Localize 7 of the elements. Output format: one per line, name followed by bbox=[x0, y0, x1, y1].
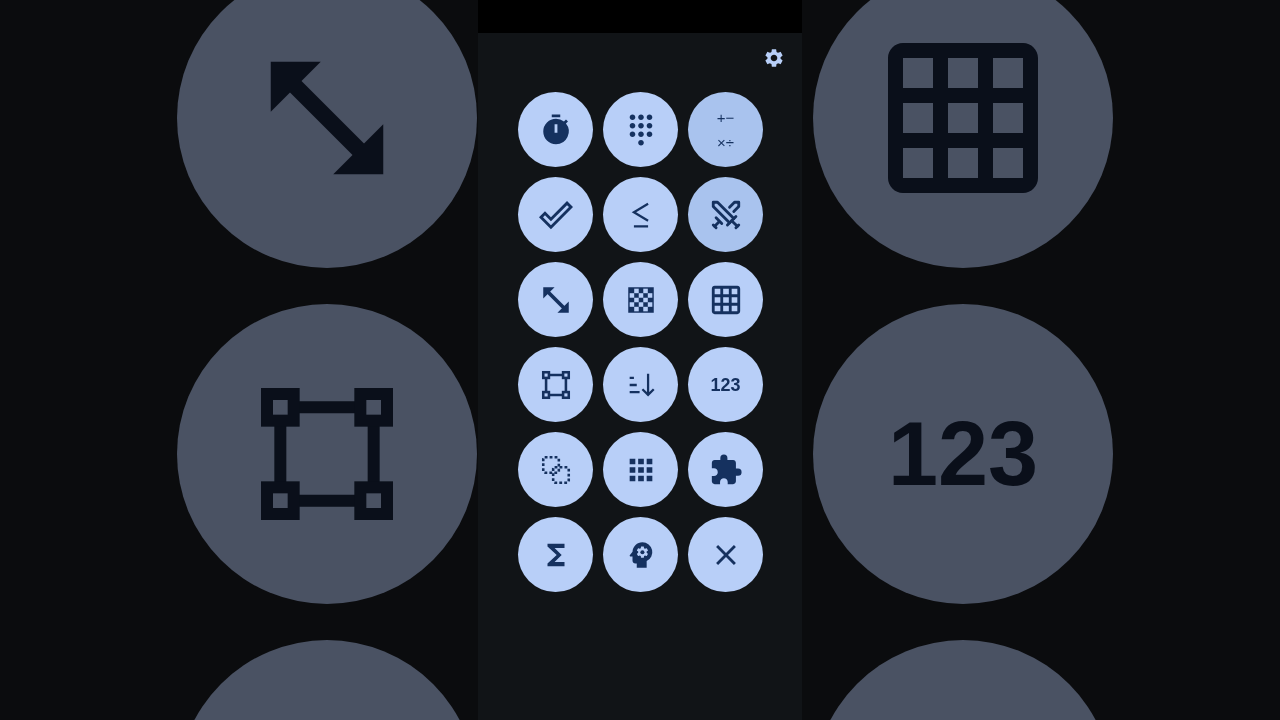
operator-text: 123 bbox=[710, 375, 741, 394]
settings-icon[interactable] bbox=[763, 47, 785, 69]
tool-button[interactable]: +− ×÷ bbox=[688, 92, 763, 167]
operator-text: ×÷ bbox=[717, 134, 734, 150]
tool-button[interactable]: 123 bbox=[688, 347, 763, 422]
operator-text: +− bbox=[716, 109, 735, 125]
backdrop-number: 123 bbox=[887, 402, 1039, 506]
